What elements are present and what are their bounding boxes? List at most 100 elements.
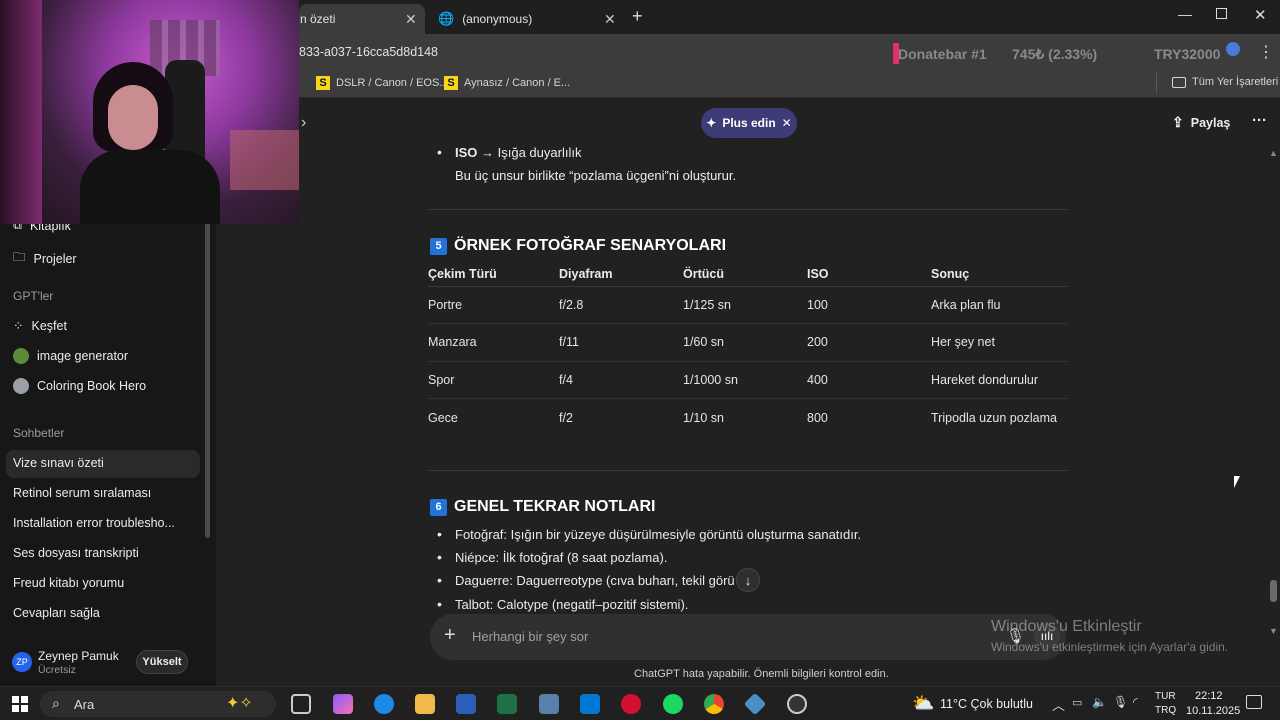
plus-label: Plus edin [722,116,776,130]
section-title-text: GENEL TEKRAR NOTLARI [454,498,656,515]
divider [1156,73,1157,93]
notification-icon[interactable] [1246,695,1262,709]
gpt-avatar-icon [13,378,29,394]
sidebar-scrollbar[interactable] [205,208,210,538]
opera-icon[interactable] [621,694,641,714]
tab-active[interactable]: n özeti ✕ [299,4,425,34]
webcam-wall-shadow [0,0,42,224]
word-icon[interactable] [456,694,476,714]
obs-icon[interactable] [787,694,807,714]
sidebar-item-coloring-book[interactable]: Coloring Book Hero [13,378,146,394]
attach-icon[interactable]: + [444,624,456,647]
table-cell: Tripodla uzun pozlama [931,410,1057,425]
maximize-icon[interactable] [1216,8,1227,19]
sidebar-item-projects[interactable]: 🗀 Projeler [13,248,77,269]
table-cell: 1/125 sn [683,286,807,324]
number-badge-icon: 5 [430,237,447,255]
language-code[interactable]: TUR [1155,691,1176,702]
taskbar-search[interactable]: ⌕ Ara ✦✧ [40,691,276,717]
table-row: Gece f/2 1/10 sn 800 Tripodla uzun pozla… [428,399,1068,437]
scenario-table: Çekim Türü Diyafram Örtücü ISO Sonuç Por… [428,262,1068,436]
mic-tray-icon[interactable]: 🎙 [1113,695,1128,709]
list-item: Fotoğraf: Işığın bir yüzeye düşürülmesiy… [437,526,861,542]
taskbar: ⌕ Ara ✦✧ ⛅ 11°C Çok bulutlu ︿ ▭ 🔈 🎙 ◜ TU… [0,686,1280,720]
tab-label: (anonymous) [462,12,533,26]
search-icon: ⌕ [52,695,60,711]
copilot-icon[interactable] [333,694,353,714]
chat-item[interactable]: Ses dosyası transkripti [13,546,139,560]
search-label: Ara [74,697,95,712]
spotify-icon[interactable] [663,694,683,714]
sparkle-icon: ✦ [706,116,717,130]
share-button[interactable]: ⇪ Paylaş [1172,114,1230,131]
tray-chevron-icon[interactable]: ︿ [1052,695,1065,714]
scroll-down-icon[interactable]: ↓ [736,568,760,592]
windows-start-icon[interactable] [12,696,28,712]
main-scrollbar-thumb[interactable] [1270,580,1277,602]
chrome-icon[interactable] [704,694,724,714]
copilot-sparkle-icon: ✦✧ [226,695,253,712]
profile-icon[interactable] [1226,42,1240,56]
sidebar-toggle-icon[interactable]: › [301,114,306,132]
calculator-icon[interactable] [539,694,559,714]
chat-item[interactable]: Retinol serum sıralaması [13,486,151,500]
table-cell: f/2.8 [559,286,683,324]
new-tab-icon[interactable]: + [632,6,643,27]
plus-button[interactable]: ✦ Plus edin ✕ [701,108,797,138]
file-explorer-icon[interactable] [415,694,435,714]
edge-icon[interactable] [374,694,394,714]
chat-item[interactable]: Cevapları sağla [13,606,100,620]
minimize-icon[interactable]: — [1178,6,1192,22]
section-5-title: 5 ÖRNEK FOTOĞRAF SENARYOLARI [430,237,726,255]
list-item: Talbot: Calotype (negatif–pozitif sistem… [437,596,688,612]
excel-icon[interactable] [497,694,517,714]
chat-item[interactable]: Installation error troublesho... [13,516,175,530]
url-text[interactable]: 833-a037-16cca5d8d148 [299,45,438,59]
donatebar-goal: TRY32000 [1154,46,1221,62]
tab-close-icon[interactable]: ✕ [405,11,417,28]
wifi-icon[interactable]: ◜ [1133,695,1138,709]
browser-menu-icon[interactable]: ⋮ [1258,42,1274,62]
table-cell: 400 [807,361,931,399]
task-view-icon[interactable] [291,694,311,714]
clock-time[interactable]: 22:12 [1195,690,1223,702]
plus-close-icon[interactable]: ✕ [782,116,792,130]
app-icon[interactable] [743,692,767,716]
table-header-row: Çekim Türü Diyafram Örtücü ISO Sonuç [428,262,1068,287]
clock-date[interactable]: 10.11.2025 [1186,705,1240,717]
iso-bullet: ISO → Işığa duyarlılık [437,144,582,160]
scroll-down-arrow-icon[interactable]: ▼ [1269,626,1278,636]
prompt-input[interactable]: Herhangi bir şey sor [472,629,588,644]
weather-text[interactable]: 11°C Çok bulutlu [940,697,1033,711]
chats-heading: Sohbetler [13,426,65,440]
globe-icon: 🌐 [438,11,455,26]
chat-item[interactable]: Vize sınavı özeti [13,456,104,470]
table-cell: Portre [428,286,559,324]
store-icon[interactable] [580,694,600,714]
scroll-up-icon[interactable]: ▲ [1269,148,1278,158]
sidebar-item-explore[interactable]: ⁘ Keşfet [13,318,67,334]
sidebar-item-label: Coloring Book Hero [37,379,147,393]
chat-item[interactable]: Freud kitabı yorumu [13,576,124,590]
list-item: Daguerre: Daguerreotype (cıva buharı, te… [437,572,746,588]
tab-anonymous[interactable]: 🌐 (anonymous) ✕ [430,4,622,34]
sidebar-item-image-generator[interactable]: image generator [13,348,128,364]
more-options-icon[interactable]: ··· [1252,112,1267,129]
mouse-cursor-icon [1234,476,1240,488]
window-close-icon[interactable]: ✕ [1254,6,1267,24]
weather-icon: ⛅ [912,693,935,713]
battery-icon[interactable]: ▭ [1072,696,1082,709]
keyboard-layout[interactable]: TRQ [1155,705,1176,716]
tab-close-icon[interactable]: ✕ [604,11,616,28]
upgrade-button[interactable]: Yükselt [136,650,188,674]
webcam-person-face [108,85,158,150]
bookmark-aynasiz[interactable]: S Aynasız / Canon / E... [444,76,570,90]
share-label: Paylaş [1190,115,1231,130]
bookmark-dslr[interactable]: S DSLR / Canon / EOS... [316,76,449,90]
volume-icon[interactable]: 🔈 [1092,695,1107,709]
table-cell: f/11 [559,323,683,362]
all-bookmarks[interactable]: Tüm Yer İşaretleri [1172,76,1278,88]
sidebar-item-label: Projeler [33,251,77,266]
avatar[interactable]: ZP [12,652,32,672]
gpts-heading: GPT'ler [13,289,54,303]
